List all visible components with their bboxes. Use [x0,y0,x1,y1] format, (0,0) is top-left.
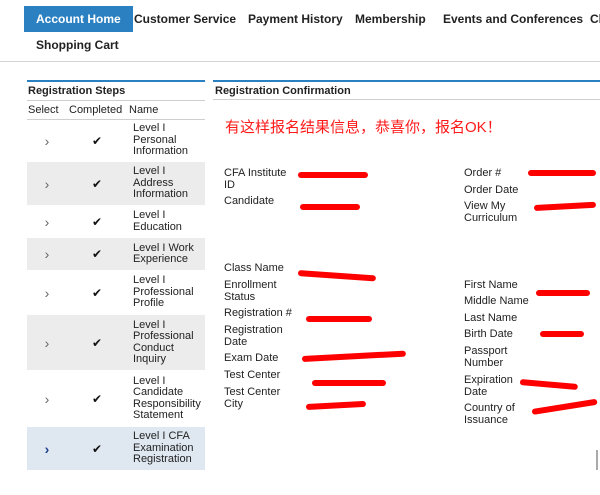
step-name: Level I Personal Information [133,122,189,158]
registration-confirmation-title: Registration Confirmation [213,80,600,100]
chevron-right-icon[interactable]: › [27,391,67,407]
step-row[interactable]: › ✔ Level I Professional Conduct Inquiry [27,315,205,371]
field-label-class-name: Class Name [224,262,284,274]
redaction-mark [528,170,596,176]
field-label-country-of-issuance: Country of Issuance [464,402,515,426]
redaction-mark [298,172,368,178]
column-select: Select [28,104,59,116]
field-label-last-name: Last Name [464,312,518,324]
step-name: Level I Address Information [133,165,189,201]
column-name: Name [129,104,159,116]
field-label-test-center-city: Test Center City [224,386,281,410]
field-label-middle-name: Middle Name [464,295,529,307]
tab-truncated[interactable]: Cl [590,6,600,32]
field-label-candidate: Candidate [224,195,275,207]
step-row[interactable]: › ✔ Level I Address Information [27,162,205,206]
chevron-right-icon[interactable]: › [27,246,67,262]
field-label-birth-date: Birth Date [464,328,513,340]
step-name: Level I CFA Examination Registration [133,430,194,466]
steps-column-headers: Select Completed Name [27,100,205,120]
field-label-order-date: Order Date [464,184,519,196]
step-row[interactable]: › ✔ Level I Professional Profile [27,271,205,315]
tab-customer-service[interactable]: Customer Service [134,6,236,32]
chevron-right-icon[interactable]: › [27,176,67,192]
field-label-test-center: Test Center [224,369,281,381]
step-row[interactable]: › ✔ Level I Personal Information [27,120,205,162]
nav-tabs: Account Home Customer Service Payment Hi… [24,6,600,32]
annotation-note: 有这样报名结果信息，恭喜你，报名OK！ [225,119,502,136]
tab-membership[interactable]: Membership [355,6,426,32]
field-label-exam-date: Exam Date [224,352,279,364]
check-icon: ✔ [91,214,103,229]
step-name: Level I Professional Conduct Inquiry [133,318,194,365]
tab-account-home[interactable]: Account Home [24,6,133,32]
field-label-registration-date: Registration Date [224,324,283,348]
check-icon: ✔ [91,176,103,191]
check-icon: ✔ [91,335,103,350]
field-label-registration-number: Registration # [224,307,292,319]
redaction-mark [540,331,584,337]
tab-payment-history[interactable]: Payment History [248,6,343,32]
tab-shopping-cart[interactable]: Shopping Cart [36,36,119,54]
chevron-right-icon[interactable]: › [27,133,67,149]
check-icon: ✔ [91,133,103,148]
field-label-view-my-curriculum[interactable]: View My Curriculum [464,200,517,224]
check-icon: ✔ [91,391,103,406]
field-label-passport-number: Passport Number [464,345,508,369]
check-icon: ✔ [91,285,103,300]
tab-events-conferences[interactable]: Events and Conferences [443,6,583,32]
step-row[interactable]: › ✔ Level I Education [27,206,205,238]
redaction-mark [300,204,360,210]
step-name: Level I Education [133,209,182,233]
top-navigation: Account Home Customer Service Payment Hi… [0,0,600,62]
field-label-order-number: Order # [464,167,502,179]
divider [596,450,598,470]
field-label-first-name: First Name [464,279,518,291]
check-icon: ✔ [91,441,103,456]
chevron-right-icon[interactable]: › [27,214,67,230]
field-label-cfa-institute-id: CFA Institute ID [224,167,287,191]
step-row-current[interactable]: › ✔ Level I CFA Examination Registration [27,427,205,471]
registration-steps-panel: Registration Steps Select Completed Name… [27,80,205,471]
check-icon: ✔ [91,247,103,261]
redaction-mark [536,290,590,296]
field-label-enrollment-status: Enrollment Status [224,279,277,303]
field-label-expiration-date: Expiration Date [464,374,513,398]
step-name: Level I Candidate Responsibility Stateme… [133,374,201,421]
chevron-right-icon[interactable]: › [27,335,67,351]
step-row[interactable]: › ✔ Level I Candidate Responsibility Sta… [27,371,205,427]
step-row[interactable]: › ✔ Level I Work Experience [27,238,205,271]
chevron-right-icon[interactable]: › [27,441,67,457]
registration-steps-title: Registration Steps [27,80,205,100]
step-name: Level I Work Experience [133,241,194,265]
redaction-mark [312,380,386,386]
redaction-mark [306,316,372,322]
step-name: Level I Professional Profile [133,274,194,310]
chevron-right-icon[interactable]: › [27,285,67,301]
column-completed: Completed [69,104,123,116]
